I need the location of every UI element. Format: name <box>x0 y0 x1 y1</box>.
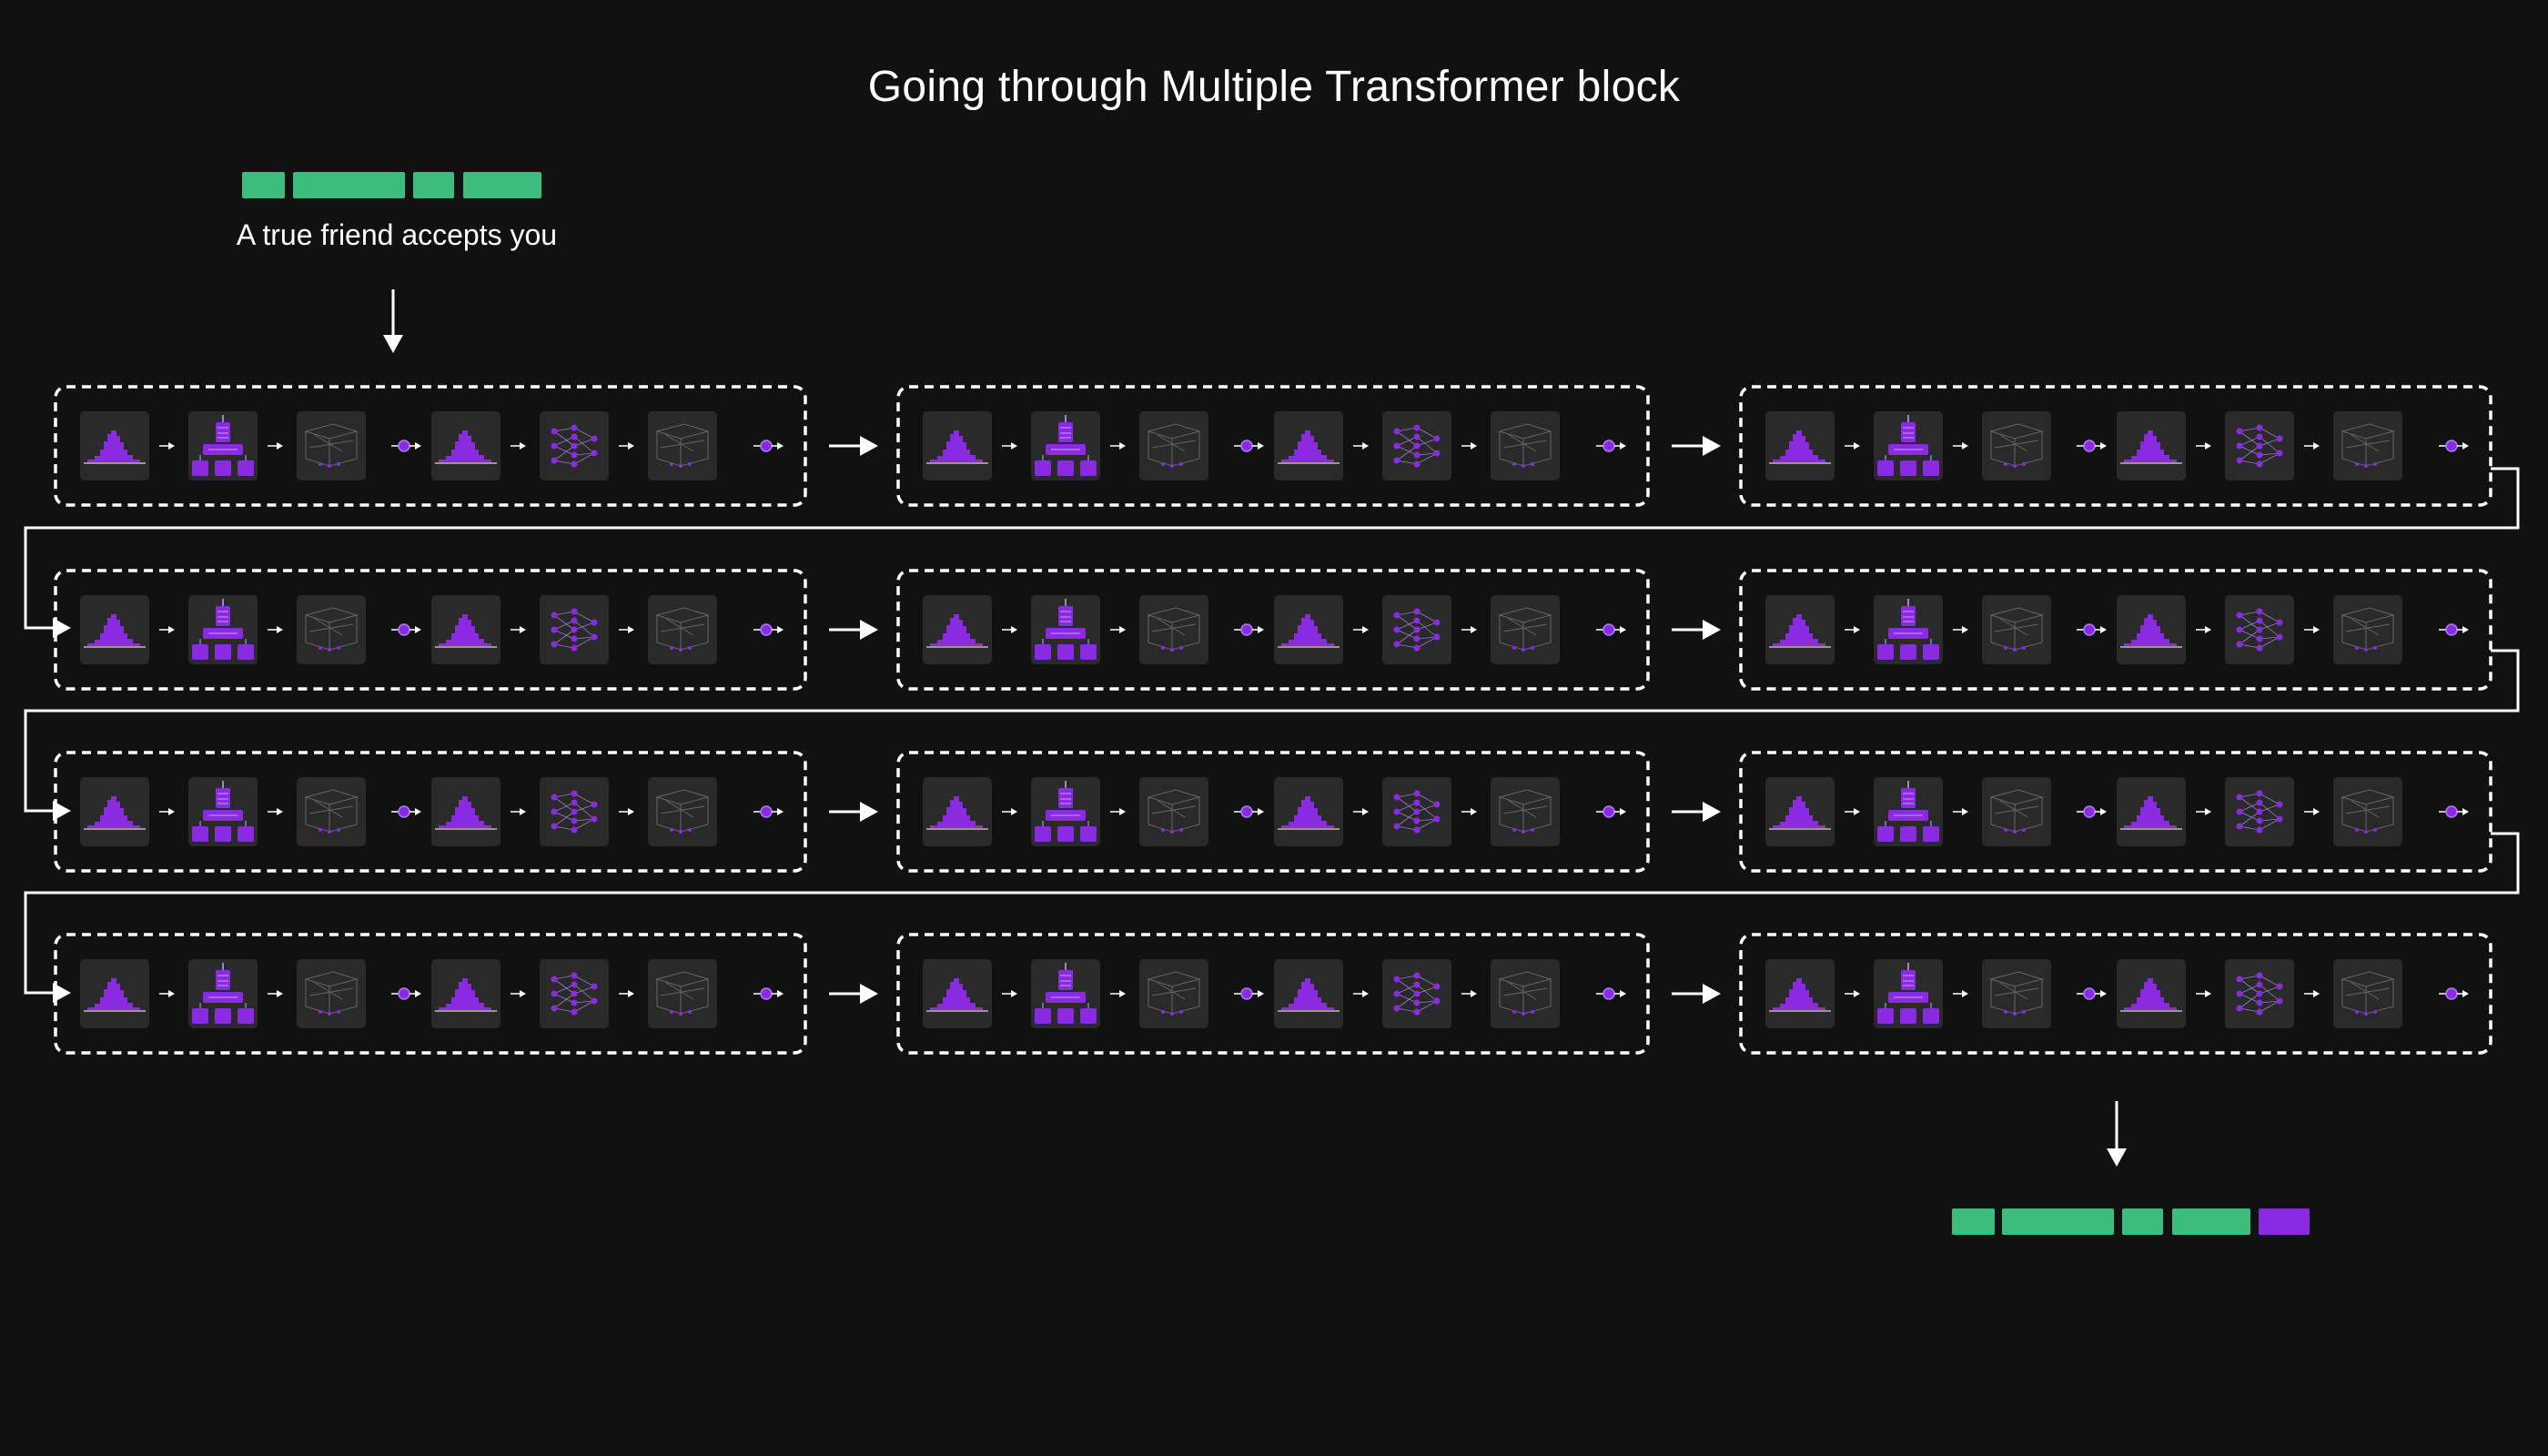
transformer-block <box>1741 935 2491 1053</box>
transformer-row-3 <box>56 753 2491 871</box>
transformer-block <box>56 571 805 689</box>
transformer-block <box>898 387 1648 505</box>
transformer-block <box>56 753 805 871</box>
transformer-block <box>1741 571 2491 689</box>
transformer-block <box>1741 387 2491 505</box>
transformer-block <box>1741 753 2491 871</box>
transformer-block <box>898 753 1648 871</box>
transformer-row-2 <box>56 571 2491 689</box>
transformer-diagram <box>24 289 2520 1167</box>
transformer-block <box>56 935 805 1053</box>
transformer-row-4 <box>56 935 2491 1053</box>
input-arrow <box>383 289 403 353</box>
output-arrow <box>2107 1101 2127 1167</box>
transformer-block <box>898 571 1648 689</box>
transformer-block <box>56 387 805 505</box>
transformer-block <box>898 935 1648 1053</box>
transformer-row-1 <box>56 387 2491 505</box>
